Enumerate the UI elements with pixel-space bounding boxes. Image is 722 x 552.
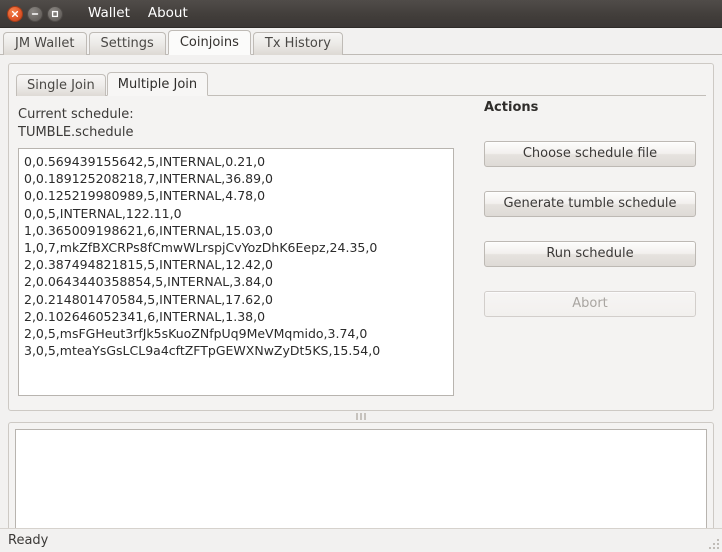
splitter-grip-icon xyxy=(356,413,366,420)
statusbar: Ready xyxy=(0,528,722,552)
schedule-line: 0,0,5,INTERNAL,122.11,0 xyxy=(24,205,448,222)
multiple-join-content: Current schedule: TUMBLE.schedule 0,0.56… xyxy=(16,96,706,396)
tab-single-join[interactable]: Single Join xyxy=(16,74,106,96)
coinjoins-tab-page: Single Join Multiple Join Current schedu… xyxy=(0,55,722,552)
status-text: Ready xyxy=(0,533,48,548)
schedule-line: 0,0.569439155642,5,INTERNAL,0.21,0 xyxy=(24,153,448,170)
schedule-column: Current schedule: TUMBLE.schedule 0,0.56… xyxy=(16,106,454,396)
main-window-body: JM Wallet Settings Coinjoins Tx History … xyxy=(0,28,722,552)
current-schedule-filename: TUMBLE.schedule xyxy=(18,124,454,142)
menubar: Wallet About xyxy=(81,5,195,23)
choose-schedule-file-button[interactable]: Choose schedule file xyxy=(484,141,696,167)
schedule-line: 2,0.387494821815,5,INTERNAL,12.42,0 xyxy=(24,256,448,273)
actions-button-list: Choose schedule file Generate tumble sch… xyxy=(484,141,706,317)
join-tab-bar: Single Join Multiple Join xyxy=(16,71,706,96)
coinjoins-panel: Single Join Multiple Join Current schedu… xyxy=(8,63,714,411)
schedule-line: 2,0,5,msFGHeut3rfJk5sKuoZNfpUq9MeVMqmido… xyxy=(24,325,448,342)
abort-button: Abort xyxy=(484,291,696,317)
schedule-line: 1,0.365009198621,6,INTERNAL,15.03,0 xyxy=(24,222,448,239)
window-titlebar: Wallet About xyxy=(0,0,722,28)
panel-splitter[interactable] xyxy=(8,411,714,422)
schedule-line: 1,0,7,mkZfBXCRPs8fCmwWLrspjCvYozDhK6Eepz… xyxy=(24,239,448,256)
schedule-line: 2,0.214801470584,5,INTERNAL,17.62,0 xyxy=(24,291,448,308)
tab-jm-wallet[interactable]: JM Wallet xyxy=(3,32,87,55)
log-textbox[interactable] xyxy=(15,429,707,538)
schedule-line: 2,0.102646052341,6,INTERNAL,1.38,0 xyxy=(24,308,448,325)
run-schedule-button[interactable]: Run schedule xyxy=(484,241,696,267)
tab-tx-history[interactable]: Tx History xyxy=(253,32,343,55)
actions-column: Actions Choose schedule file Generate tu… xyxy=(454,106,706,396)
log-panel xyxy=(8,422,714,545)
schedule-line: 0,0.125219980989,5,INTERNAL,4.78,0 xyxy=(24,187,448,204)
tab-coinjoins[interactable]: Coinjoins xyxy=(168,30,251,55)
resize-grip-icon[interactable] xyxy=(707,537,719,549)
schedule-line: 0,0.189125208218,7,INTERNAL,36.89,0 xyxy=(24,170,448,187)
schedule-textbox[interactable]: 0,0.569439155642,5,INTERNAL,0.21,0 0,0.1… xyxy=(18,148,454,396)
schedule-line: 2,0.0643440358854,5,INTERNAL,3.84,0 xyxy=(24,273,448,290)
main-tab-bar: JM Wallet Settings Coinjoins Tx History xyxy=(0,28,722,55)
tab-settings[interactable]: Settings xyxy=(89,32,166,55)
current-schedule-label: Current schedule: xyxy=(18,106,454,124)
menu-item-about[interactable]: About xyxy=(141,5,195,23)
minimize-icon[interactable] xyxy=(27,6,43,22)
window-controls xyxy=(7,6,63,22)
tab-multiple-join[interactable]: Multiple Join xyxy=(107,72,208,96)
close-icon[interactable] xyxy=(7,6,23,22)
actions-title: Actions xyxy=(484,100,706,115)
menu-item-wallet[interactable]: Wallet xyxy=(81,5,137,23)
maximize-icon[interactable] xyxy=(47,6,63,22)
generate-tumble-schedule-button[interactable]: Generate tumble schedule xyxy=(484,191,696,217)
schedule-line: 3,0,5,mteaYsGsLCL9a4cftZFTpGEWXNwZyDt5KS… xyxy=(24,342,448,359)
